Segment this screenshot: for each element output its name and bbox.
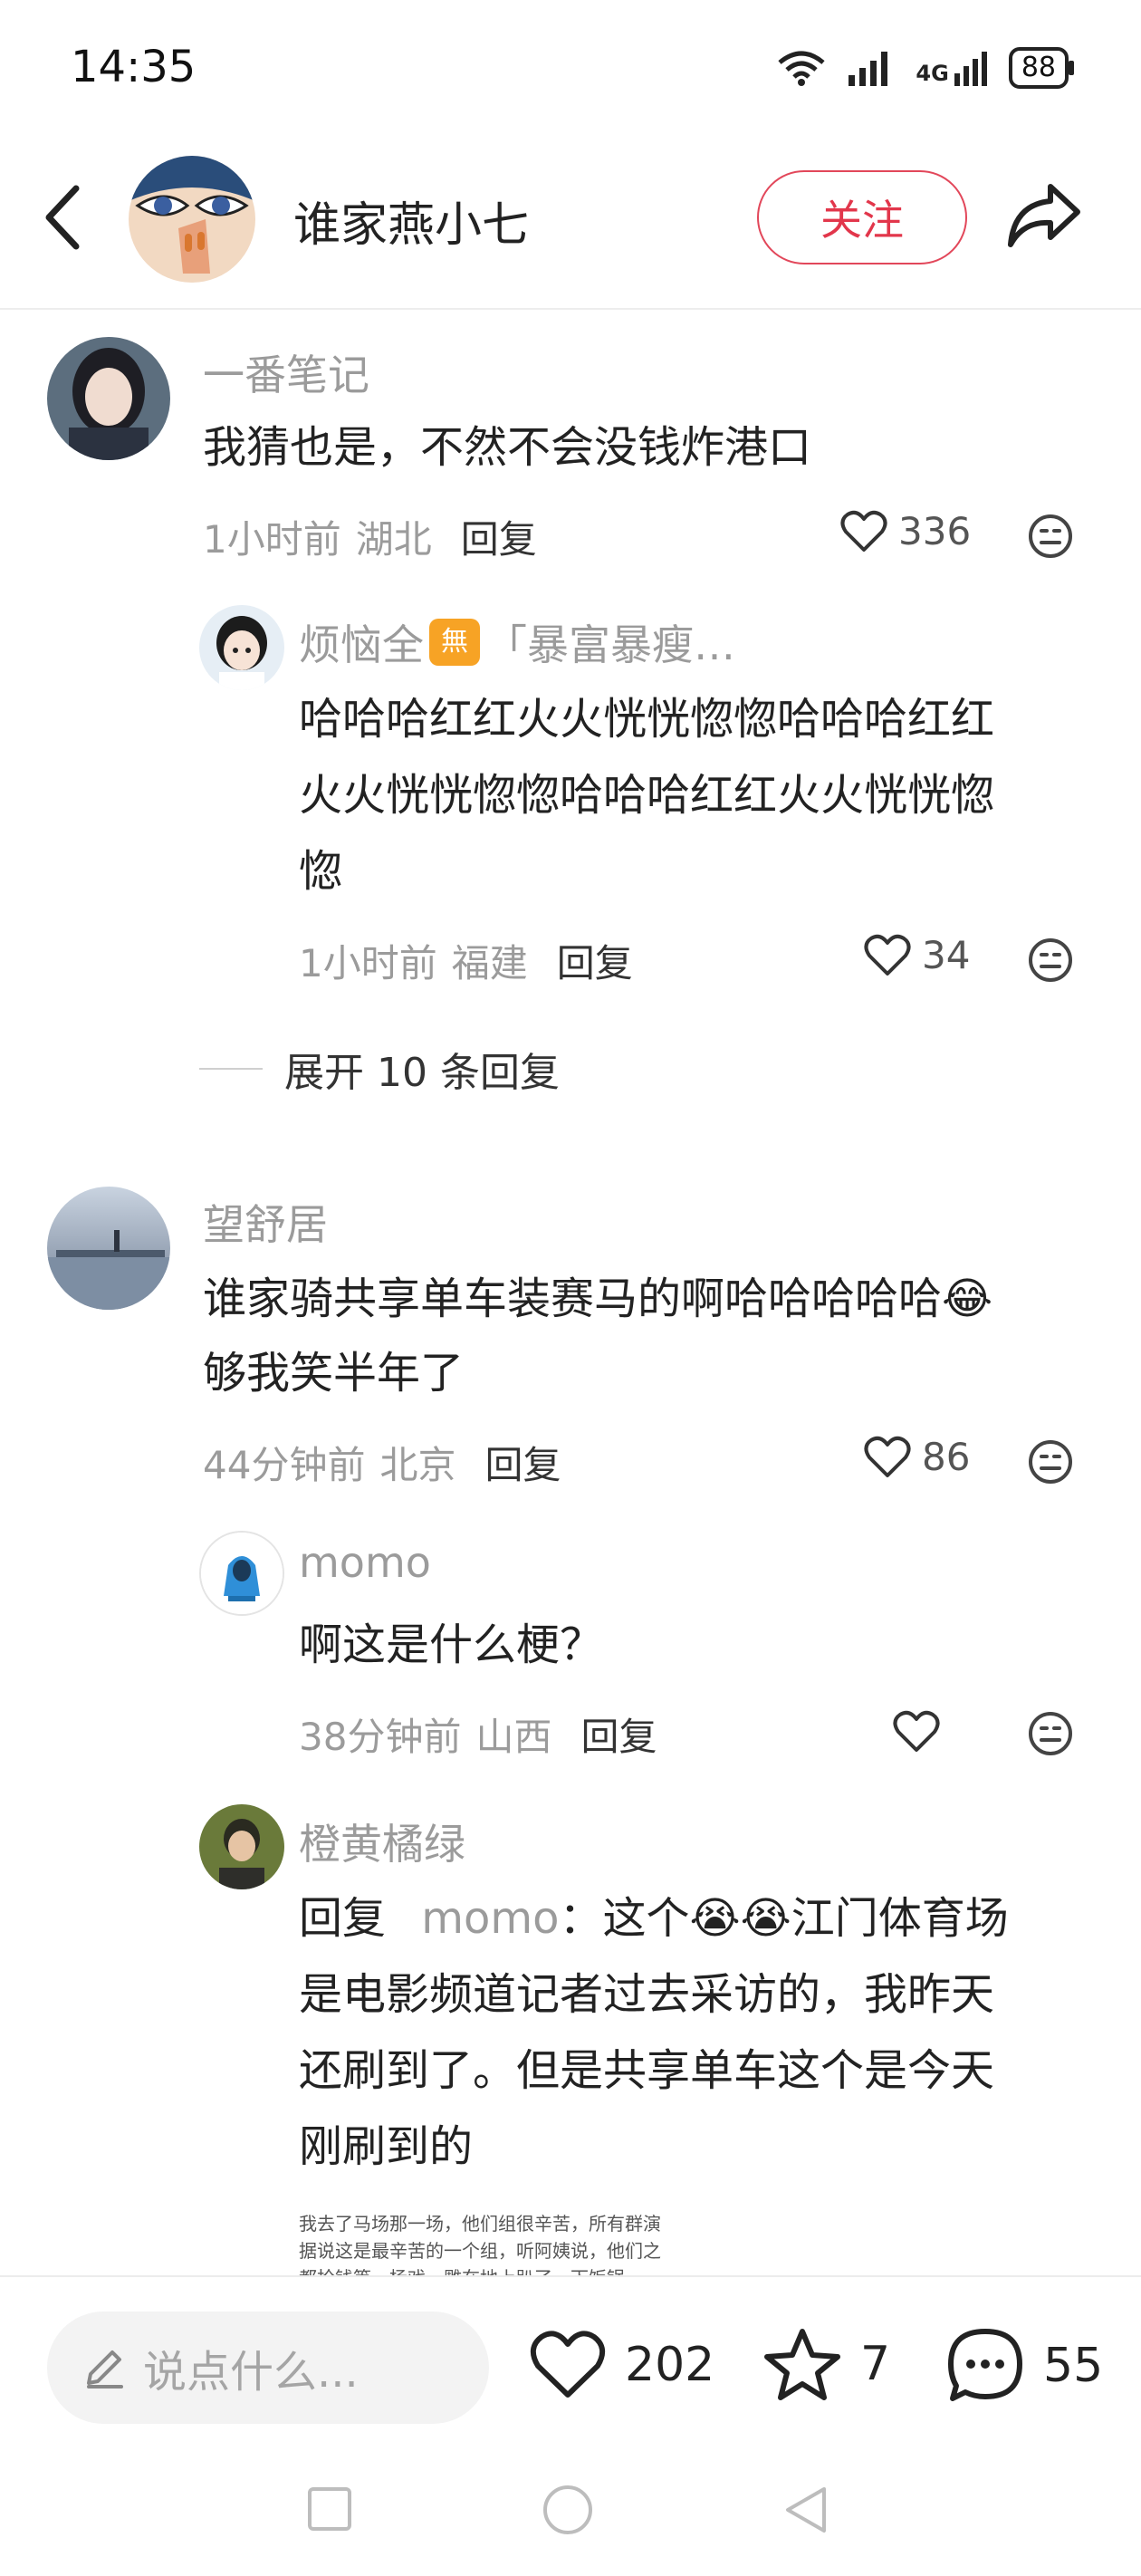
recent-apps-icon[interactable] (306, 2485, 353, 2533)
status-icons: 4G 88 (776, 47, 1075, 89)
reply-text-line[interactable]: 火火恍恍惚惚哈哈哈红红火火恍恍惚 (299, 757, 994, 833)
member-badge: 無 (429, 619, 480, 666)
author-avatar[interactable] (129, 156, 255, 283)
user-tag: 「暴富暴瘦… (485, 620, 735, 669)
emoji-reaction-icon[interactable] (1027, 1438, 1074, 1485)
emoji-reaction-icon[interactable] (1027, 1710, 1074, 1757)
comment-time: 1小时前 (203, 517, 341, 562)
heart-icon (530, 2331, 606, 2398)
battery-indicator: 88 (1008, 47, 1075, 89)
image-text-line: 都抢钱等，杨戏，雕在地上趴了，下饭锅 (299, 2264, 697, 2275)
reply-button[interactable]: 回复 (557, 933, 633, 988)
reply-meta: 1小时前 福建 回复 (299, 933, 633, 988)
comment-count: 55 (1043, 2339, 1104, 2393)
favorite-button[interactable]: 7 (762, 2326, 890, 2402)
reply-text-line[interactable]: 是电影频道记者过去采访的，我昨天 (299, 1956, 994, 2033)
replier-avatar[interactable] (199, 605, 284, 690)
heart-icon (840, 510, 887, 552)
comment-input[interactable]: 说点什么... (47, 2312, 489, 2424)
comment-time: 44分钟前 (203, 1443, 366, 1487)
like-count: 34 (922, 933, 971, 977)
reply-button[interactable]: 回复 (580, 1706, 657, 1762)
commenter-avatar[interactable] (47, 337, 170, 460)
star-icon (764, 2329, 840, 2400)
comments-button[interactable]: 55 (945, 2326, 1103, 2406)
reply-meta: 38分钟前 山西 回复 (299, 1706, 657, 1762)
header-divider (0, 308, 1141, 310)
replier-name[interactable]: momo (299, 1538, 431, 1587)
like-count: 86 (922, 1435, 971, 1479)
reply-time: 38分钟前 (299, 1715, 462, 1759)
like-button[interactable]: 336 (840, 509, 971, 553)
like-post-button[interactable]: 202 (529, 2330, 714, 2400)
emoji-reaction-icon[interactable] (1027, 937, 1074, 984)
reply-text-line[interactable]: 哈哈哈红红火火恍恍惚惚哈哈哈红红 (299, 681, 994, 757)
expand-label: 展开 10 条回复 (284, 1050, 560, 1096)
heart-icon (864, 1436, 911, 1477)
reply-button[interactable]: 回复 (461, 509, 537, 564)
comment-text-line[interactable]: 谁家骑共享单车装赛马的啊哈哈哈哈哈😂 (203, 1261, 992, 1337)
home-icon[interactable] (542, 2484, 594, 2536)
replier-name[interactable]: 橙黄橘绿 (299, 1812, 465, 1871)
favorite-count: 7 (860, 2337, 891, 2391)
author-name[interactable]: 谁家燕小七 (293, 187, 529, 255)
reply-text-line[interactable]: 刚刷到的 (299, 2109, 473, 2185)
reply-target-user[interactable]: momo (421, 1893, 559, 1944)
reply-header: 烦恼全 無 「暴富暴瘦… (299, 612, 735, 672)
reply-text-first: ：这个😭😭江门体育场 (559, 1893, 1009, 1944)
share-icon[interactable] (1005, 179, 1083, 252)
reply-location: 福建 (451, 941, 528, 985)
like-count: 336 (898, 509, 972, 553)
commenter-name[interactable]: 一番笔记 (203, 342, 369, 402)
image-text-line: 据说这是最辛苦的一个组，听阿姨说，他们之 (299, 2240, 661, 2262)
reply-time: 1小时前 (299, 941, 437, 985)
status-time: 14:35 (71, 42, 197, 92)
replier-name[interactable]: 烦恼全 (299, 612, 424, 672)
signal-icon (849, 52, 888, 86)
reply-text[interactable]: 啊这是什么梗？ (299, 1607, 603, 1683)
input-placeholder: 说点什么... (143, 2347, 359, 2398)
reply-prefix: 回复 (299, 1893, 387, 1944)
commenter-avatar[interactable] (47, 1187, 170, 1310)
reply-text-line[interactable]: 惚 (299, 833, 342, 909)
like-button[interactable]: 86 (864, 1435, 970, 1479)
comment-location: 北京 (379, 1443, 456, 1487)
commenter-name[interactable]: 望舒居 (203, 1192, 328, 1252)
comment-bubble-icon (948, 2329, 1022, 2401)
expand-divider (199, 1068, 263, 1070)
reply-attached-image[interactable]: 我去了马场那一场，他们组很辛苦，所有群演 据说这是最辛苦的一个组，听阿姨说，他们… (299, 2210, 697, 2275)
network-label: 4G (916, 61, 949, 86)
comment-meta: 1小时前 湖北 回复 (203, 509, 537, 564)
reply-text-line[interactable]: 还刷到了。但是共享单车这个是今天 (299, 2033, 994, 2109)
emoji-reaction-icon[interactable] (1027, 513, 1074, 560)
comment-text[interactable]: 我猜也是，不然不会没钱炸港口 (203, 409, 811, 485)
pencil-icon (87, 2350, 123, 2389)
comment-text-line[interactable]: 够我笑半年了 (203, 1335, 464, 1411)
expand-replies-button[interactable]: 展开 10 条回复 (199, 1040, 560, 1098)
like-button[interactable]: 34 (864, 933, 970, 977)
heart-icon[interactable] (893, 1710, 940, 1754)
comment-location: 湖北 (355, 517, 432, 562)
follow-button[interactable]: 关注 (757, 170, 967, 264)
heart-icon (864, 934, 911, 976)
back-nav-icon[interactable] (782, 2484, 829, 2536)
reply-button[interactable]: 回复 (484, 1435, 561, 1490)
replier-avatar[interactable] (199, 1804, 284, 1889)
post-like-count: 202 (625, 2338, 715, 2392)
reply-text-line[interactable]: 回复 momo：这个😭😭江门体育场 (299, 1880, 1009, 1956)
replier-avatar[interactable] (199, 1531, 284, 1616)
comment-meta: 44分钟前 北京 回复 (203, 1435, 561, 1490)
image-text-line: 我去了马场那一场，他们组很辛苦，所有群演 (299, 2213, 661, 2235)
signal-4g-icon: 4G (916, 50, 988, 86)
back-arrow-icon[interactable] (40, 181, 85, 254)
reply-location: 山西 (475, 1715, 552, 1759)
wifi-icon (778, 51, 826, 86)
